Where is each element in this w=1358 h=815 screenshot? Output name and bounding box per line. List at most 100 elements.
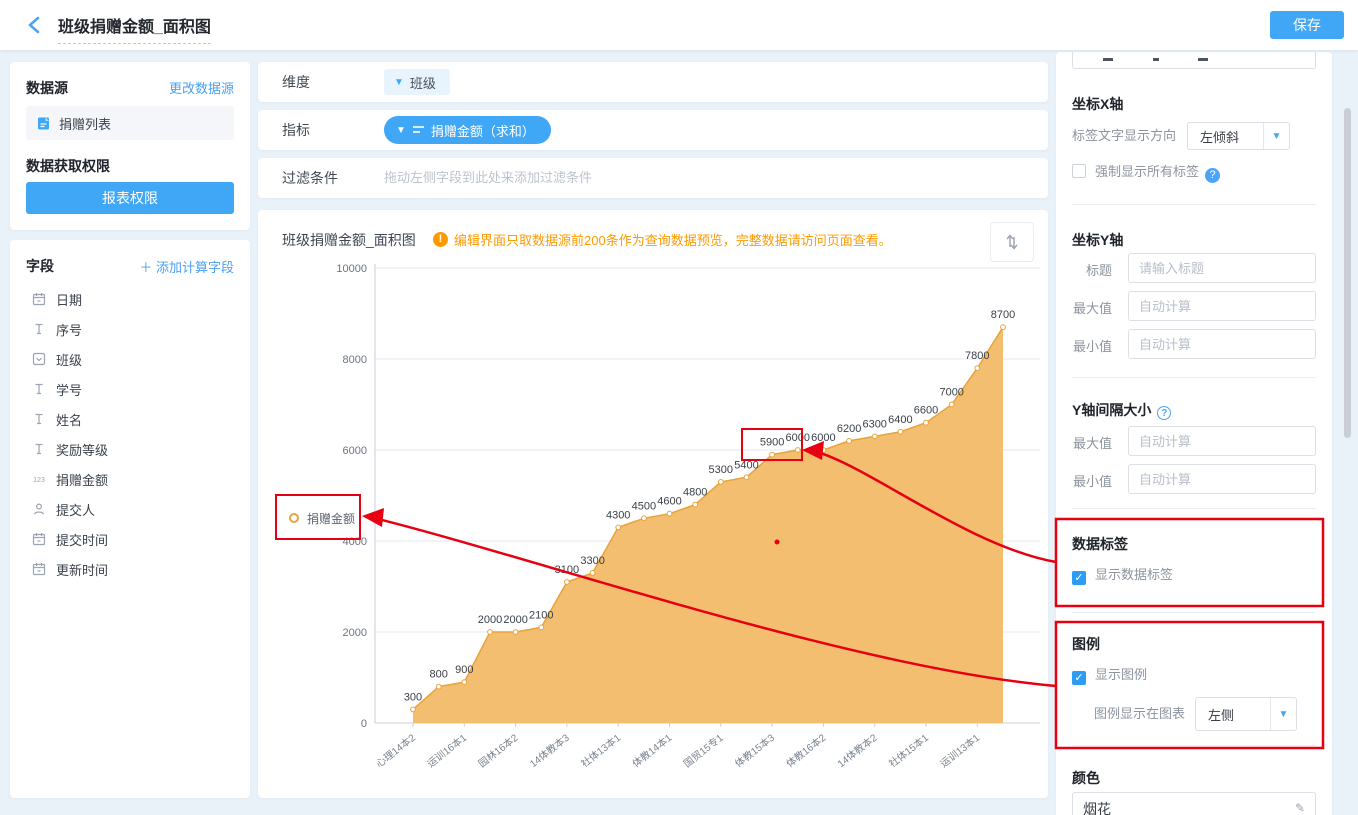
svg-text:4600: 4600 bbox=[657, 496, 681, 508]
datasource-item-label: 捐赠列表 bbox=[59, 116, 112, 132]
y-axis-max-input[interactable] bbox=[1128, 291, 1316, 321]
field-item[interactable]: 班级 bbox=[26, 344, 234, 374]
series-marker-icon bbox=[289, 513, 299, 523]
calendar-icon bbox=[32, 532, 46, 546]
show-data-labels-row: ✓ 显示数据标签 bbox=[1072, 564, 1316, 585]
scrollbar-thumb[interactable] bbox=[1344, 108, 1351, 438]
force-labels-checkbox[interactable] bbox=[1072, 164, 1086, 178]
area-chart: 0 2000 4000 6000 8000 10000 300 心理14本2 800 900 运训1… bbox=[336, 263, 1040, 770]
svg-text:6000: 6000 bbox=[811, 432, 835, 444]
label-direction-select[interactable]: 左倾斜 ▼ bbox=[1187, 122, 1290, 150]
divider bbox=[1072, 377, 1316, 378]
field-item-label: 捐赠金额 bbox=[56, 472, 109, 488]
settings-panel: 坐标X轴 标签文字显示方向 左倾斜 ▼ 强制显示所有标签? 坐标Y轴 标题 最大… bbox=[1056, 52, 1332, 815]
change-datasource-link[interactable]: 更改数据源 bbox=[169, 78, 234, 98]
field-item[interactable]: 姓名 bbox=[26, 404, 234, 434]
help-icon[interactable]: ? bbox=[1205, 168, 1221, 183]
filter-label: 过滤条件 bbox=[282, 170, 338, 186]
label-direction-label: 标签文字显示方向 bbox=[1072, 128, 1177, 143]
field-item-label: 姓名 bbox=[56, 412, 83, 428]
report-permission-button[interactable]: 报表权限 bbox=[26, 182, 234, 214]
svg-text:6000: 6000 bbox=[786, 432, 810, 444]
y-interval-min-label: 最小值 bbox=[1072, 474, 1112, 489]
help-icon[interactable]: ? bbox=[1157, 406, 1172, 420]
save-button[interactable]: 保存 bbox=[1270, 11, 1344, 39]
svg-text:10000: 10000 bbox=[336, 263, 367, 275]
legend-section-title: 图例 bbox=[1072, 636, 1100, 652]
svg-text:6400: 6400 bbox=[888, 414, 912, 426]
calendar-icon bbox=[32, 292, 46, 306]
field-item-label: 提交时间 bbox=[56, 532, 109, 548]
metric-tag[interactable]: ▼ 捐赠金额（求和） bbox=[384, 116, 551, 144]
document-icon bbox=[36, 116, 51, 131]
dimension-tag[interactable]: ▼ 班级 bbox=[384, 69, 450, 95]
field-item-label: 学号 bbox=[56, 382, 83, 398]
y-axis-title-input[interactable] bbox=[1128, 253, 1316, 283]
chevron-down-icon: ▼ bbox=[396, 124, 406, 136]
text-icon bbox=[32, 442, 46, 456]
field-item-label: 日期 bbox=[56, 292, 83, 308]
permission-title: 数据获取权限 bbox=[26, 158, 110, 174]
y-interval-min-input[interactable] bbox=[1128, 464, 1316, 494]
truncated-control bbox=[1072, 52, 1316, 69]
svg-text:6600: 6600 bbox=[914, 405, 938, 417]
top-bar: 班级捐赠金额_面积图 保存 bbox=[0, 0, 1358, 50]
show-data-labels-checkbox[interactable]: ✓ bbox=[1072, 571, 1086, 585]
svg-text:900: 900 bbox=[455, 664, 473, 676]
field-item[interactable]: 序号 bbox=[26, 314, 234, 344]
svg-text:5300: 5300 bbox=[709, 464, 733, 476]
force-labels-row: 强制显示所有标签? bbox=[1072, 161, 1316, 183]
edit-icon: ✎ bbox=[1294, 801, 1305, 815]
svg-text:国贸15专1: 国贸15专1 bbox=[681, 731, 726, 770]
legend-position-select[interactable]: 左侧 ▼ bbox=[1195, 697, 1297, 731]
svg-text:4300: 4300 bbox=[606, 509, 630, 521]
show-legend-label: 显示图例 bbox=[1095, 667, 1148, 682]
field-item-label: 奖励等级 bbox=[56, 442, 109, 458]
show-legend-checkbox[interactable]: ✓ bbox=[1072, 671, 1086, 685]
text-icon bbox=[32, 322, 46, 336]
page-title[interactable]: 班级捐赠金额_面积图 bbox=[58, 13, 211, 44]
datasource-title: 数据源 bbox=[26, 80, 68, 96]
y-axis-min-input[interactable] bbox=[1128, 329, 1316, 359]
svg-text:心理14本2: 心理14本2 bbox=[373, 731, 418, 770]
field-item[interactable]: 提交人 bbox=[26, 494, 234, 524]
svg-text:2100: 2100 bbox=[529, 609, 553, 621]
field-item-label: 序号 bbox=[56, 322, 83, 338]
color-scheme-select[interactable]: 烟花 ✎ bbox=[1072, 792, 1316, 815]
field-item[interactable]: 更新时间 bbox=[26, 554, 234, 584]
svg-text:2000: 2000 bbox=[343, 627, 367, 639]
divider bbox=[1072, 204, 1316, 205]
y-interval-section-title: Y轴间隔大小? bbox=[1072, 400, 1316, 420]
divider bbox=[1072, 745, 1316, 746]
svg-text:体教14本1: 体教14本1 bbox=[630, 731, 675, 770]
calendar-icon bbox=[32, 562, 46, 576]
field-item[interactable]: 学号 bbox=[26, 374, 234, 404]
color-scheme-value: 烟花 bbox=[1083, 801, 1111, 815]
report-editor-page: 班级捐赠金额_面积图 保存 数据源 更改数据源 捐赠列表 数据获取权限 报表权限… bbox=[0, 0, 1358, 815]
field-item[interactable]: 日期 bbox=[26, 284, 234, 314]
field-item[interactable]: 提交时间 bbox=[26, 524, 234, 554]
field-item[interactable]: 奖励等级 bbox=[26, 434, 234, 464]
chart-legend[interactable]: 捐赠金额 bbox=[283, 503, 362, 533]
svg-text:4000: 4000 bbox=[343, 536, 367, 548]
datasource-item[interactable]: 捐赠列表 bbox=[26, 106, 234, 140]
y-interval-max-input[interactable] bbox=[1128, 426, 1316, 456]
svg-text:14体教本2: 14体教本2 bbox=[835, 731, 880, 770]
datasource-panel: 数据源 更改数据源 捐赠列表 数据获取权限 报表权限 bbox=[10, 62, 250, 230]
chart-panel: 班级捐赠金额_面积图 ! 编辑界面只取数据源前200条作为查询数据预览，完整数据… bbox=[258, 210, 1048, 798]
field-item[interactable]: 123 捐赠金额 bbox=[26, 464, 234, 494]
chevron-down-icon: ▼ bbox=[394, 76, 404, 88]
back-icon[interactable] bbox=[22, 11, 50, 39]
show-data-labels-label: 显示数据标签 bbox=[1095, 567, 1174, 582]
svg-text:300: 300 bbox=[404, 691, 422, 703]
text-icon bbox=[32, 412, 46, 426]
svg-text:社体15本1: 社体15本1 bbox=[886, 731, 931, 770]
svg-text:8700: 8700 bbox=[991, 309, 1015, 321]
svg-text:14体教本3: 14体教本3 bbox=[527, 731, 572, 770]
svg-text:2000: 2000 bbox=[503, 614, 527, 626]
divider bbox=[1072, 612, 1316, 613]
filter-dropzone[interactable]: 拖动左侧字段到此处来添加过滤条件 bbox=[384, 158, 592, 198]
svg-text:0: 0 bbox=[361, 718, 367, 730]
x-axis-section-title: 坐标X轴 bbox=[1072, 96, 1124, 112]
add-calculated-field-link[interactable]: ＋ 添加计算字段 bbox=[139, 257, 234, 276]
